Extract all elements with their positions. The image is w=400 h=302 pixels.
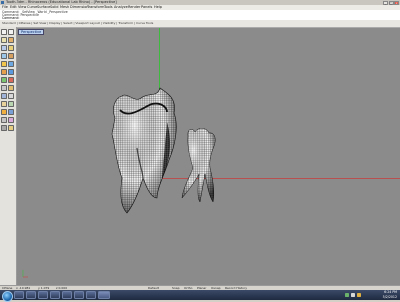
- dimension-icon[interactable]: [8, 125, 14, 131]
- boolean-icon[interactable]: [8, 77, 14, 83]
- mesh-models: [111, 87, 216, 214]
- perspective-viewport[interactable]: Perspective: [17, 28, 400, 285]
- tooth-small-model: [181, 128, 216, 203]
- standard-toolbar: Standard | CPlanes | Set View | Display …: [0, 20, 400, 28]
- join-icon[interactable]: [1, 101, 7, 107]
- point-icon[interactable]: [8, 29, 14, 35]
- trim-icon[interactable]: [1, 93, 7, 99]
- taskbar-chrome-icon[interactable]: [86, 291, 96, 299]
- maximize-button[interactable]: □: [388, 0, 394, 5]
- taskbar-media-icon[interactable]: [38, 291, 48, 299]
- mesh-icon[interactable]: [1, 77, 7, 83]
- taskbar-photoshop-icon[interactable]: [74, 291, 84, 299]
- polygon-icon[interactable]: [1, 61, 7, 67]
- taskbar-clock[interactable]: 6:24 PM 5/2/2012: [383, 290, 397, 299]
- taskbar-explorer-icon[interactable]: [14, 291, 24, 299]
- solid-box-icon[interactable]: [1, 69, 7, 75]
- toolbar-tabs[interactable]: Standard | CPlanes | Set View | Display …: [2, 20, 153, 27]
- scale-icon[interactable]: [1, 117, 7, 123]
- curve-icon[interactable]: [8, 37, 14, 43]
- close-button[interactable]: ×: [394, 0, 399, 5]
- taskbar-firefox-icon[interactable]: [50, 291, 60, 299]
- rhino-app-icon: [1, 1, 4, 4]
- circle-icon[interactable]: [1, 45, 7, 51]
- array-icon[interactable]: [1, 125, 7, 131]
- taskbar-media-player-icon[interactable]: [26, 291, 36, 299]
- taskbar-documents-icon[interactable]: [62, 291, 72, 299]
- surface-icon[interactable]: [8, 61, 14, 67]
- rectangle-icon[interactable]: [8, 53, 14, 59]
- clock-date: 5/2/2012: [382, 294, 397, 299]
- volume-tray-icon[interactable]: [351, 292, 355, 297]
- sphere-icon[interactable]: [8, 69, 14, 75]
- split-icon[interactable]: [8, 93, 14, 99]
- windows-taskbar: 6:24 PM 5/2/2012: [0, 290, 400, 302]
- minimize-button[interactable]: _: [383, 0, 388, 5]
- battery-tray-icon[interactable]: [357, 292, 361, 297]
- axis-indicator-icon: [21, 268, 29, 278]
- taskbar-rhino-icon[interactable]: [98, 291, 110, 299]
- polyline-icon[interactable]: [1, 37, 7, 43]
- explode-icon[interactable]: [8, 101, 14, 107]
- select-icon[interactable]: [1, 29, 7, 35]
- mirror-icon[interactable]: [8, 117, 14, 123]
- arc-icon[interactable]: [8, 45, 14, 51]
- extrude-icon[interactable]: [8, 85, 14, 91]
- rotate-icon[interactable]: [8, 109, 14, 115]
- network-tray-icon[interactable]: [345, 292, 349, 297]
- left-toolbar: [0, 27, 17, 285]
- molar-large-model: [111, 87, 177, 214]
- clock-time: 6:24 PM: [384, 290, 397, 294]
- ellipse-icon[interactable]: [1, 53, 7, 59]
- move-icon[interactable]: [1, 109, 7, 115]
- fillet-icon[interactable]: [1, 85, 7, 91]
